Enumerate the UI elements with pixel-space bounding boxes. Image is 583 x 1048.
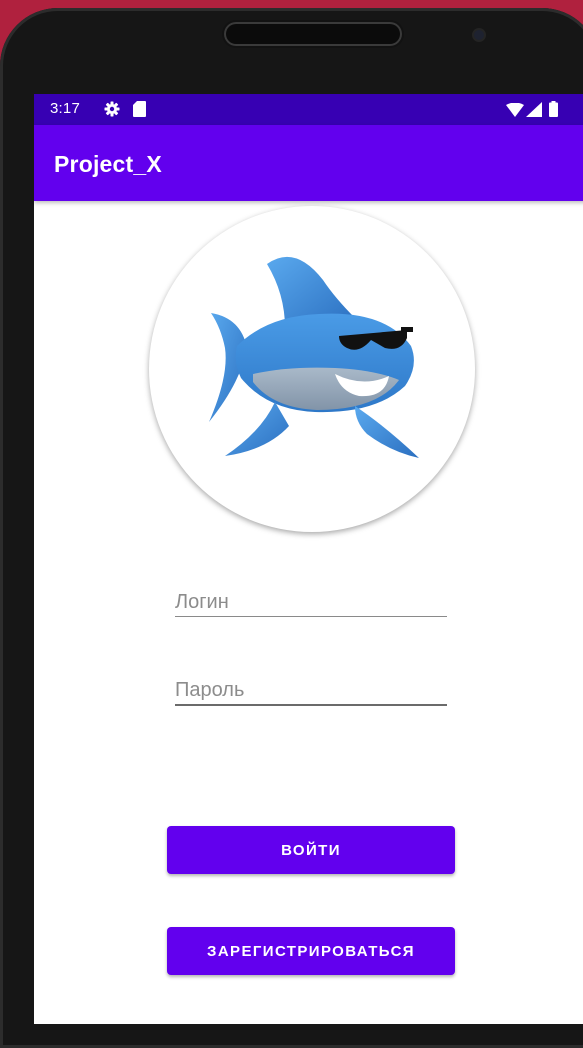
- phone-frame: 3:17 Project_X Логин ВОЙТИ ЗАРЕГИСТРИРОВ…: [0, 8, 583, 1048]
- logo-image: [149, 206, 475, 532]
- sd-card-icon: [133, 101, 146, 122]
- password-field[interactable]: [175, 670, 447, 706]
- app-screen: 3:17 Project_X Логин ВОЙТИ ЗАРЕГИСТРИРОВ…: [34, 94, 583, 1024]
- front-camera: [474, 30, 484, 40]
- battery-icon: [549, 101, 558, 122]
- speaker-grille: [224, 22, 402, 46]
- login-field[interactable]: [175, 582, 447, 617]
- password-input[interactable]: [175, 679, 447, 702]
- register-button[interactable]: ЗАРЕГИСТРИРОВАТЬСЯ: [167, 927, 455, 975]
- app-bar: Project_X: [34, 125, 583, 201]
- signal-icon: [526, 102, 542, 122]
- login-button[interactable]: ВОЙТИ: [167, 826, 455, 874]
- wifi-icon: [506, 102, 524, 122]
- status-bar: 3:17: [34, 94, 583, 125]
- shark-logo-icon: [209, 256, 419, 458]
- login-input[interactable]: [175, 591, 447, 614]
- gear-icon: [104, 101, 120, 122]
- status-time: 3:17: [50, 100, 80, 117]
- app-title: Project_X: [54, 151, 162, 177]
